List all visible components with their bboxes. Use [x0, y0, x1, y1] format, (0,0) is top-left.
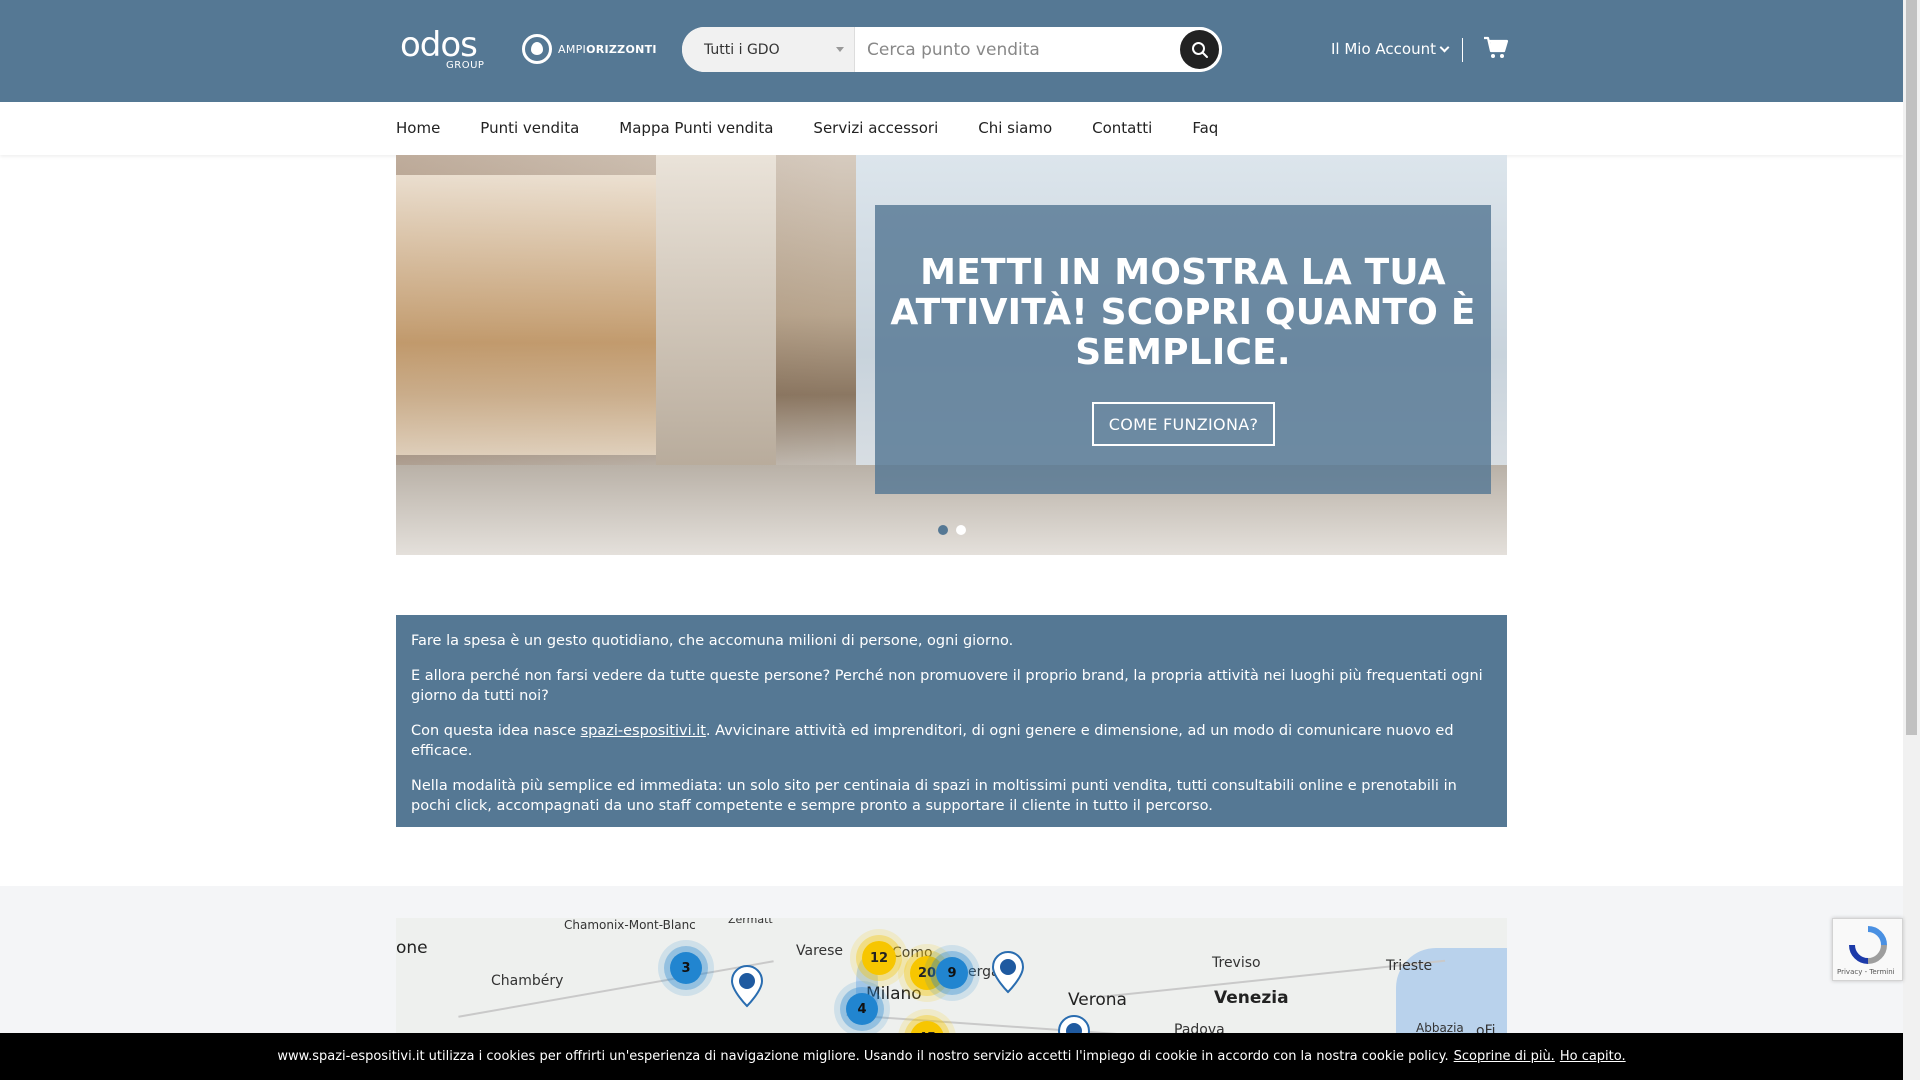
map-label: Verona	[1068, 990, 1127, 1010]
map-cluster[interactable]: 3	[670, 952, 702, 984]
logo-subtext: GROUP	[446, 60, 485, 71]
cart-icon	[1484, 36, 1509, 58]
header-divider	[1462, 38, 1463, 62]
search-icon	[1191, 41, 1208, 58]
map-pin-icon[interactable]	[990, 950, 1026, 994]
carousel-dots	[938, 525, 966, 535]
main-navigation: Home Punti vendita Mappa Punti vendita S…	[0, 102, 1903, 155]
nav-item-servizi[interactable]: Servizi accessori	[813, 119, 938, 137]
nav-item-mappa[interactable]: Mappa Punti vendita	[619, 119, 773, 137]
drop-icon	[522, 34, 552, 64]
nav-item-chi-siamo[interactable]: Chi siamo	[978, 119, 1052, 137]
map-label: Trieste	[1386, 958, 1433, 974]
partner-logo-text: AMPIORIZZONTI	[558, 42, 657, 56]
top-header-bar: odos GROUP AMPIORIZZONTI Tutti i GDO Il …	[0, 0, 1903, 102]
map-label: Chamonix-Mont-Blanc	[564, 918, 696, 932]
store-search-bar: Tutti i GDO	[682, 27, 1222, 72]
intro-paragraph-3: Con questa idea nasce spazi-espositivi.i…	[411, 723, 1454, 759]
ampi-orizzonti-logo[interactable]: AMPIORIZZONTI	[522, 34, 657, 64]
map-label: Varese	[796, 943, 844, 959]
nav-item-home[interactable]: Home	[396, 119, 440, 137]
scrollbar-thumb[interactable]	[1906, 0, 1917, 735]
how-it-works-button[interactable]: COME FUNZIONA?	[1092, 402, 1275, 446]
intro-paragraph-4: Nella modalità più semplice ed immediata…	[411, 778, 1457, 814]
account-label: Il Mio Account	[1331, 40, 1436, 58]
hero-carousel: METTI IN MOSTRA LA TUA ATTIVITÀ! SCOPRI …	[396, 155, 1507, 555]
map-road	[458, 960, 774, 1018]
hero-headline: METTI IN MOSTRA LA TUA ATTIVITÀ! SCOPRI …	[890, 252, 1476, 373]
carousel-dot-2[interactable]	[956, 525, 966, 535]
recaptcha-badge[interactable]: Privacy - Termini	[1832, 918, 1903, 981]
cookie-accept-link[interactable]: Ho capito.	[1560, 1049, 1626, 1064]
cookie-more-link[interactable]: Scoprine di più.	[1454, 1049, 1555, 1064]
map-cluster[interactable]: 12	[862, 941, 896, 975]
intro-paragraph-1: Fare la spesa è un gesto quotidiano, che…	[411, 633, 1014, 649]
gdo-category-select[interactable]: Tutti i GDO	[682, 27, 855, 72]
intro-text-box: Fare la spesa è un gesto quotidiano, che…	[396, 615, 1507, 827]
map-pin-icon[interactable]	[729, 964, 765, 1008]
hero-photo-shop	[396, 175, 656, 455]
chevron-down-icon	[1439, 42, 1450, 52]
search-input[interactable]	[855, 27, 1222, 72]
cookie-banner: www.spazi-espositivi.it utilizza i cooki…	[0, 1033, 1903, 1080]
cart-button[interactable]	[1483, 36, 1509, 64]
carousel-dot-1[interactable]	[938, 525, 948, 535]
map-cluster[interactable]: 9	[936, 957, 968, 989]
recaptcha-icon	[1849, 926, 1887, 964]
map-label: one	[396, 938, 428, 958]
nav-item-faq[interactable]: Faq	[1192, 119, 1218, 137]
logo-text: odos	[400, 25, 478, 65]
gdo-category-value: Tutti i GDO	[704, 41, 780, 58]
account-menu[interactable]: Il Mio Account	[1331, 40, 1450, 58]
recaptcha-label[interactable]: Privacy - Termini	[1837, 968, 1895, 976]
hero-photo-column	[656, 155, 776, 475]
map-label: Chambéry	[491, 973, 564, 989]
map-cluster[interactable]: 4	[846, 993, 878, 1025]
caret-down-icon	[836, 47, 844, 52]
map-label: Zermatt	[728, 918, 773, 926]
page-scrollbar[interactable]	[1903, 0, 1920, 1080]
cookie-text: www.spazi-espositivi.it utilizza i cooki…	[277, 1049, 1449, 1064]
map-label: Venezia	[1214, 988, 1289, 1008]
odos-group-logo[interactable]: odos GROUP	[400, 25, 484, 71]
intro-paragraph-2: E allora perché non farsi vedere da tutt…	[411, 668, 1483, 704]
search-button[interactable]	[1180, 30, 1219, 69]
site-link[interactable]: spazi-espositivi.it	[581, 723, 706, 739]
map-label: Treviso	[1212, 955, 1261, 971]
nav-item-punti-vendita[interactable]: Punti vendita	[480, 119, 579, 137]
nav-item-contatti[interactable]: Contatti	[1092, 119, 1152, 137]
